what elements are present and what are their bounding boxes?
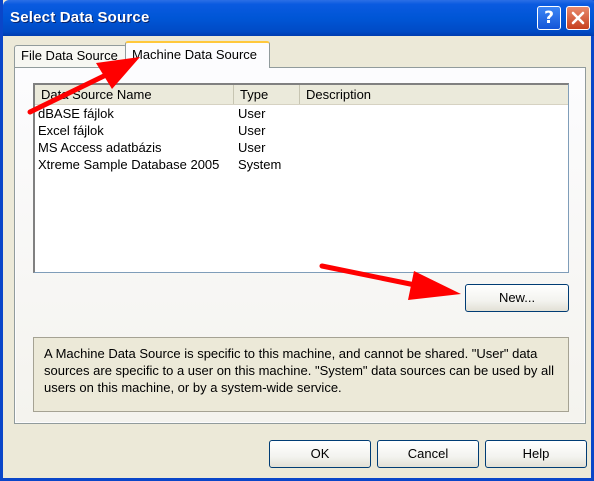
list-rows: dBASE fájlok User Excel fájlok User MS A… bbox=[35, 105, 568, 173]
column-header-name[interactable]: Data Source Name bbox=[35, 85, 234, 104]
list-row[interactable]: MS Access adatbázis User bbox=[35, 139, 568, 156]
column-header-type[interactable]: Type bbox=[234, 85, 300, 104]
dialog-title: Select Data Source bbox=[10, 9, 150, 26]
row-type: User bbox=[238, 140, 266, 155]
list-header: Data Source Name Type Description bbox=[35, 85, 568, 105]
tab-machine-data-source[interactable]: Machine Data Source bbox=[125, 41, 270, 68]
column-header-description[interactable]: Description bbox=[300, 85, 565, 104]
row-type: System bbox=[238, 157, 282, 172]
list-row[interactable]: dBASE fájlok User bbox=[35, 105, 568, 122]
row-name: Xtreme Sample Database 2005 bbox=[38, 157, 220, 172]
row-name: Excel fájlok bbox=[38, 123, 104, 138]
close-icon bbox=[571, 11, 585, 25]
close-button[interactable] bbox=[566, 6, 590, 30]
row-name: MS Access adatbázis bbox=[38, 140, 162, 155]
row-type: User bbox=[238, 123, 266, 138]
cancel-button[interactable]: Cancel bbox=[377, 440, 479, 468]
help-button[interactable]: Help bbox=[485, 440, 587, 468]
list-row[interactable]: Excel fájlok User bbox=[35, 122, 568, 139]
question-mark-icon: ? bbox=[544, 7, 554, 28]
list-row[interactable]: Xtreme Sample Database 2005 System bbox=[35, 156, 568, 173]
title-bar: Select Data Source ? bbox=[3, 0, 594, 36]
new-button[interactable]: New... bbox=[465, 284, 569, 312]
title-help-button[interactable]: ? bbox=[537, 6, 561, 30]
tab-file-data-source[interactable]: File Data Source bbox=[14, 45, 127, 67]
description-text: A Machine Data Source is specific to thi… bbox=[33, 337, 569, 412]
data-source-list[interactable]: Data Source Name Type Description dBASE … bbox=[33, 83, 569, 273]
ok-button[interactable]: OK bbox=[269, 440, 371, 468]
row-type: User bbox=[238, 106, 266, 121]
select-data-source-dialog: Select Data Source ? File Data Source Ma… bbox=[0, 0, 594, 481]
row-name: dBASE fájlok bbox=[38, 106, 114, 121]
